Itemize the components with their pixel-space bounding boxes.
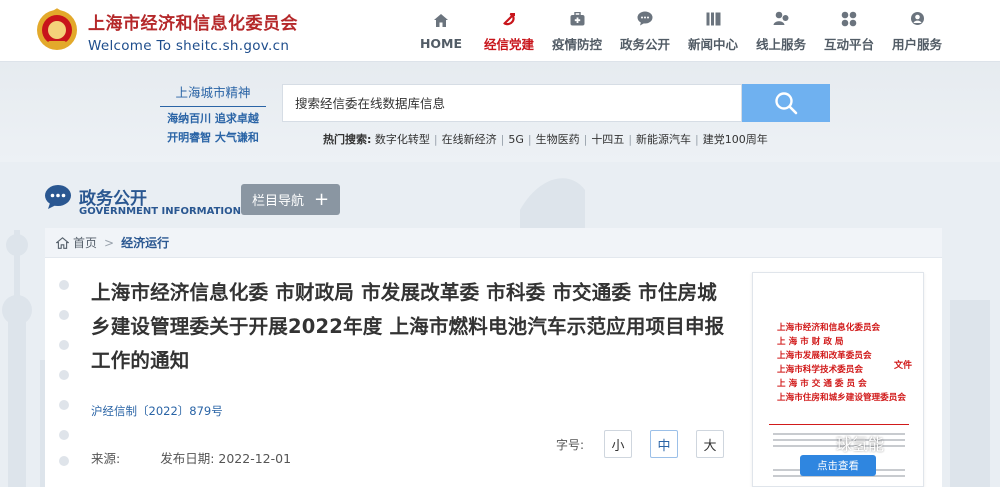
font-size-label: 字号: (556, 438, 585, 452)
separator: | (583, 133, 588, 146)
view-document-button[interactable]: 点击查看 (800, 455, 876, 476)
dot (59, 370, 69, 380)
nav-home[interactable]: HOME (407, 0, 475, 62)
font-size-large-button[interactable]: 大 (696, 430, 724, 458)
nav-gov-info[interactable]: 政务公开 (611, 0, 679, 62)
nav-party-building[interactable]: 经信党建 (475, 0, 543, 62)
city-spirit-panel: 上海城市精神 海纳百川 追求卓越 开明睿智 大气谦和 (160, 82, 266, 145)
issuer-line: 上 海 市 交 通 委 员 会 (777, 379, 867, 389)
nav-interaction[interactable]: 互动平台 (815, 0, 883, 62)
font-size-medium-button[interactable]: 中 (650, 430, 678, 458)
hot-keyword[interactable]: 数字化转型 (375, 133, 430, 146)
article-meta: 来源: 发布日期: 2022-12-01 (91, 448, 291, 467)
hot-keyword[interactable]: 建党100周年 (703, 133, 768, 146)
separator: | (500, 133, 505, 146)
watermark-text: 球氢能 (836, 435, 885, 454)
hot-search-bar: 热门搜索: 数字化转型 | 在线新经济 | 5G | 生物医药 | 十四五 | 新能源汽车 | 建党10… (323, 131, 768, 147)
document-issuers: 上海市经济和信息化委员会 上 海 市 财 政 局 上海市发展和改革委员会 上海市… (777, 321, 906, 405)
interaction-icon (839, 10, 859, 28)
breadcrumb-current[interactable]: 经济运行 (121, 234, 169, 251)
nav-label: 疫情防控 (551, 36, 602, 52)
chat-bubble-icon (635, 10, 655, 28)
user-icon (907, 10, 927, 28)
nav-label: HOME (419, 35, 463, 51)
nav-label: 互动平台 (823, 36, 874, 52)
site-header: 上海市经济和信息化委员会 Welcome To sheitc.sh.gov.cn… (0, 0, 1000, 62)
issuer-line: 上海市科学技术委员会 (777, 365, 863, 375)
nav-online-service[interactable]: 线上服务 (747, 0, 815, 62)
separator: | (628, 133, 633, 146)
main-nav: HOME 经信党建 疫情防控 政务公开 新闻中心 线上服务 互动平台 用户服务 (407, 0, 951, 62)
dot (59, 280, 69, 290)
chat-bubble-icon (45, 185, 71, 209)
issuer-line: 上海市发展和改革委员会 (777, 351, 872, 361)
breadcrumb-separator: > (104, 235, 115, 250)
breadcrumb: 首页 > 经济运行 (45, 228, 942, 258)
city-spirit-line: 海纳百川 追求卓越 (167, 112, 259, 125)
column-nav-button[interactable]: 栏目导航 + (241, 184, 340, 215)
dot (59, 340, 69, 350)
hot-keyword[interactable]: 生物医药 (536, 133, 580, 146)
document-divider (769, 424, 909, 425)
search-field (282, 84, 742, 122)
nav-label: 经信党建 (483, 36, 534, 52)
separator: | (527, 133, 532, 146)
party-emblem-icon (499, 10, 519, 28)
date-label: 发布日期: (160, 451, 215, 466)
search-input[interactable] (295, 95, 741, 111)
hot-keyword[interactable]: 新能源汽车 (636, 133, 691, 146)
site-name-cn: 上海市经济和信息化委员会 (88, 14, 298, 34)
source-label: 来源: (91, 451, 121, 466)
home-icon (56, 236, 69, 249)
search-button[interactable] (742, 84, 830, 122)
article-title: 上海市经济信息化委 市财政局 市发展改革委 市科委 市交通委 市住房城乡建设管理… (91, 281, 725, 372)
user-service-icon (771, 10, 791, 28)
document-suffix: 文件 (894, 361, 913, 371)
issuer-line: 上 海 市 财 政 局 (777, 337, 844, 347)
site-logo-icon[interactable] (34, 6, 80, 52)
plus-icon: + (313, 188, 330, 210)
nav-label: 新闻中心 (687, 36, 738, 52)
dot (59, 400, 69, 410)
separator: | (433, 133, 438, 146)
city-spirit-line: 开明睿智 大气谦和 (167, 131, 259, 144)
column-nav-label: 栏目导航 (251, 194, 304, 209)
nav-epidemic[interactable]: 疫情防控 (543, 0, 611, 62)
home-icon (431, 12, 451, 30)
medical-kit-icon (567, 10, 587, 28)
hot-search-label: 热门搜索: (323, 133, 372, 146)
hot-keyword[interactable]: 5G (508, 133, 524, 146)
issuer-line: 上海市住房和城乡建设管理委员会 (777, 393, 906, 403)
publish-date: 2022-12-01 (218, 451, 292, 466)
nav-label: 政务公开 (619, 36, 670, 52)
site-name-en: Welcome To sheitc.sh.gov.cn (88, 38, 290, 54)
dot (59, 456, 69, 466)
section-subtitle: GOVERNMENT INFORMATION (79, 206, 241, 217)
issuer-line: 上海市经济和信息化委员会 (777, 323, 881, 333)
news-icon (703, 10, 723, 28)
nav-user-service[interactable]: 用户服务 (883, 0, 951, 62)
font-size-small-button[interactable]: 小 (604, 430, 632, 458)
nav-label: 线上服务 (755, 36, 806, 52)
dot (59, 430, 69, 440)
nav-news[interactable]: 新闻中心 (679, 0, 747, 62)
city-spirit-title: 上海城市精神 (160, 82, 266, 107)
hot-keyword[interactable]: 在线新经济 (442, 133, 497, 146)
breadcrumb-home[interactable]: 首页 (73, 234, 97, 251)
nav-label: 用户服务 (891, 36, 942, 52)
hot-keyword[interactable]: 十四五 (591, 133, 624, 146)
site-brand[interactable]: 上海市经济和信息化委员会 Welcome To sheitc.sh.gov.cn (88, 9, 298, 54)
document-number: 沪经信制〔2022〕879号 (91, 404, 223, 418)
dot (59, 310, 69, 320)
search-icon (775, 92, 798, 115)
separator: | (695, 133, 699, 146)
